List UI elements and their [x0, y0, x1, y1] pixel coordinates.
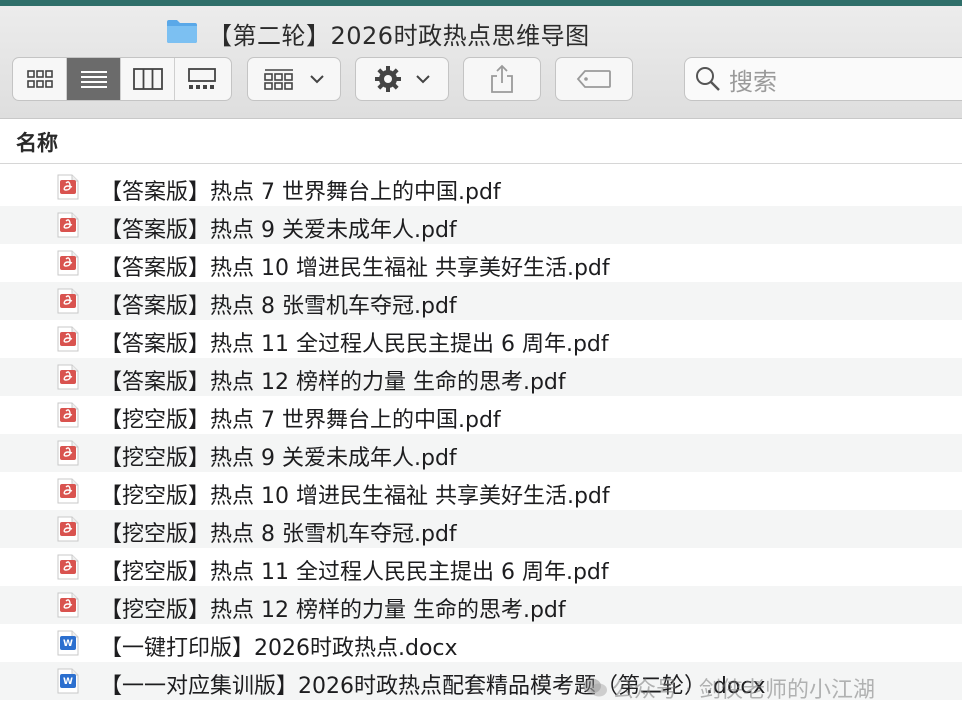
- search-field[interactable]: 搜索: [684, 57, 962, 101]
- window-title-row: 【第二轮】2026时政热点思维导图: [166, 16, 590, 50]
- icon-grid-icon: [26, 70, 53, 88]
- pdf-file-icon: [57, 250, 79, 280]
- file-name: 【挖空版】热点 8 张雪机车夺冠.pdf: [100, 522, 457, 547]
- toolbar: 搜索: [0, 56, 962, 108]
- file-name: 【挖空版】热点 10 增进民生福祉 共享美好生活.pdf: [100, 484, 610, 509]
- watermark: 公众号 · 剑侠老师的小江湖: [582, 672, 875, 704]
- file-row[interactable]: 【答案版】热点 9 关爱未成年人.pdf: [0, 206, 962, 244]
- file-row[interactable]: 【答案版】热点 11 全过程人民民主提出 6 周年.pdf: [0, 320, 962, 358]
- gear-icon: [375, 66, 401, 92]
- share-button[interactable]: [463, 57, 541, 101]
- view-mode-segmented-control: [12, 57, 232, 101]
- file-row[interactable]: 【挖空版】热点 7 世界舞台上的中国.pdf: [0, 396, 962, 434]
- action-menu-button[interactable]: [355, 57, 449, 101]
- list-icon: [80, 71, 107, 88]
- tag-icon: [576, 70, 611, 88]
- list-column-header[interactable]: 名称: [0, 119, 962, 164]
- file-row[interactable]: 【挖空版】热点 8 张雪机车夺冠.pdf: [0, 510, 962, 548]
- list-view-button[interactable]: [67, 58, 121, 100]
- window-title: 【第二轮】2026时政热点思维导图: [208, 21, 590, 50]
- pdf-file-icon: [57, 516, 79, 546]
- group-by-button[interactable]: [247, 57, 341, 101]
- file-name: 【答案版】热点 10 增进民生福祉 共享美好生活.pdf: [100, 256, 610, 281]
- wechat-icon: [583, 678, 607, 697]
- pdf-file-icon: [57, 478, 79, 508]
- file-name: 【答案版】热点 12 榜样的力量 生命的思考.pdf: [100, 370, 566, 395]
- file-row[interactable]: W 【一键打印版】2026时政热点.docx: [0, 624, 962, 662]
- icon-view-button[interactable]: [13, 58, 67, 100]
- name-column-header[interactable]: 名称: [16, 127, 58, 157]
- word-doc-icon: W: [57, 630, 79, 660]
- watermark-text: 公众号 · 剑侠老师的小江湖: [612, 678, 875, 703]
- word-doc-icon: W: [57, 668, 79, 698]
- pdf-file-icon: [57, 212, 79, 242]
- title-bar: 【第二轮】2026时政热点思维导图 搜索: [0, 6, 962, 119]
- file-name: 【挖空版】热点 7 世界舞台上的中国.pdf: [100, 408, 501, 433]
- file-name: 【挖空版】热点 11 全过程人民民主提出 6 周年.pdf: [100, 560, 609, 585]
- share-icon: [491, 64, 513, 93]
- file-name: 【答案版】热点 11 全过程人民民主提出 6 周年.pdf: [100, 332, 609, 357]
- pdf-file-icon: [57, 402, 79, 432]
- pdf-file-icon: [57, 554, 79, 584]
- file-list: 【答案版】热点 7 世界舞台上的中国.pdf 【答案版】热点 9 关爱未成年人.p…: [0, 168, 962, 700]
- pdf-file-icon: [57, 326, 79, 356]
- folder-icon: [166, 18, 198, 48]
- file-name: 【挖空版】热点 12 榜样的力量 生命的思考.pdf: [100, 598, 566, 623]
- gallery-view-button[interactable]: [175, 58, 229, 100]
- group-grid-icon: [264, 69, 293, 90]
- pdf-file-icon: [57, 364, 79, 394]
- file-name: 【答案版】热点 8 张雪机车夺冠.pdf: [100, 294, 457, 319]
- file-row[interactable]: 【挖空版】热点 9 关爱未成年人.pdf: [0, 434, 962, 472]
- pdf-file-icon: [57, 592, 79, 622]
- file-row[interactable]: 【答案版】热点 8 张雪机车夺冠.pdf: [0, 282, 962, 320]
- file-name: 【挖空版】热点 9 关爱未成年人.pdf: [100, 446, 457, 471]
- svg-text:W: W: [63, 639, 73, 649]
- file-row[interactable]: 【答案版】热点 12 榜样的力量 生命的思考.pdf: [0, 358, 962, 396]
- file-name: 【答案版】热点 9 关爱未成年人.pdf: [100, 218, 457, 243]
- gallery-icon: [188, 68, 216, 89]
- file-name: 【一键打印版】2026时政热点.docx: [100, 636, 458, 661]
- file-row[interactable]: 【答案版】热点 7 世界舞台上的中国.pdf: [0, 168, 962, 206]
- file-row[interactable]: 【答案版】热点 10 增进民生福祉 共享美好生活.pdf: [0, 244, 962, 282]
- pdf-file-icon: [57, 440, 79, 470]
- column-view-button[interactable]: [121, 58, 175, 100]
- pdf-file-icon: [57, 174, 79, 204]
- svg-text:W: W: [63, 677, 73, 687]
- file-name: 【答案版】热点 7 世界舞台上的中国.pdf: [100, 180, 501, 205]
- search-placeholder: 搜索: [729, 67, 777, 96]
- file-row[interactable]: 【挖空版】热点 10 增进民生福祉 共享美好生活.pdf: [0, 472, 962, 510]
- file-row[interactable]: 【挖空版】热点 12 榜样的力量 生命的思考.pdf: [0, 586, 962, 624]
- chevron-down-icon: [310, 75, 324, 84]
- chevron-down-icon: [416, 75, 430, 84]
- columns-icon: [132, 68, 163, 90]
- edit-tags-button[interactable]: [555, 57, 633, 101]
- search-icon: [696, 67, 720, 91]
- pdf-file-icon: [57, 288, 79, 318]
- file-row[interactable]: 【挖空版】热点 11 全过程人民民主提出 6 周年.pdf: [0, 548, 962, 586]
